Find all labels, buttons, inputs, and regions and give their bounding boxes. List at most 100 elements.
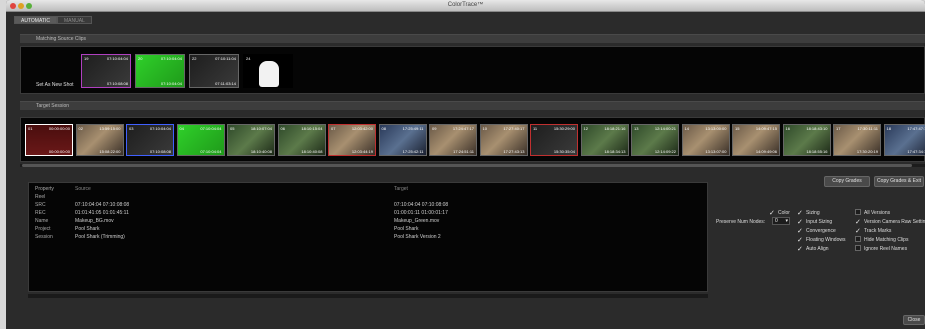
option-color-checkbox[interactable]: ✓ Color — [769, 209, 790, 217]
clip-src-timecode: 13:59:15:00 — [99, 126, 121, 131]
info-prop: Name — [35, 218, 49, 224]
preserve-num-nodes-select[interactable]: 0 ▾ — [772, 217, 790, 225]
set-as-new-shot-label[interactable]: Set As New Shot — [36, 82, 74, 88]
info-prop: Session — [35, 234, 53, 240]
clip-number: 11 — [533, 126, 538, 131]
clip-rec-timecode: 17:25:42:11 — [402, 149, 424, 154]
target-clip-12[interactable]: 12 18:18:21:16 18:18:34:13 — [580, 124, 629, 156]
clip-src-timecode: 15:30:29:00 — [553, 126, 575, 131]
target-clip-04[interactable]: 04 07:10:04:04 07:10:04:04 — [176, 124, 225, 156]
clip-src-timecode: 12:14:00:21 — [654, 126, 676, 131]
preserve-num-nodes-value: 0 — [775, 218, 778, 224]
clip-src-timecode: 18:18:21:16 — [604, 126, 626, 131]
clip-number: 06 — [280, 126, 285, 131]
target-clip-02[interactable]: 02 13:59:15:00 15:08:22:00 — [75, 124, 124, 156]
clip-rec-timecode: 07:10:04:04 — [200, 149, 222, 154]
option-version-camera-raw-settings-checkbox[interactable]: ✓ Version Camera Raw Settings — [855, 218, 925, 226]
clip-number: 22 — [192, 56, 197, 61]
target-clip-13[interactable]: 13 12:14:00:21 12:14:09:22 — [631, 124, 679, 156]
option-floating-windows-checkbox[interactable]: ✓ Floating Windows — [797, 236, 845, 244]
target-clip-15[interactable]: 15 14:09:47:15 14:09:49:06 — [732, 124, 780, 156]
clip-number: 02 — [78, 126, 83, 131]
option-convergence-checkbox[interactable]: ✓ Convergence — [797, 227, 836, 235]
target-clip-11[interactable]: 11 15:30:29:00 15:30:35:04 — [530, 124, 578, 156]
clip-src-timecode: 18:10:07:04 — [250, 126, 272, 131]
clip-src-timecode: 18:10:15:04 — [301, 126, 323, 131]
target-section-title: Target Session — [36, 103, 70, 109]
clip-src-timecode: 07:10:04:04 — [200, 126, 222, 131]
target-clip-05[interactable]: 05 18:10:07:04 18:10:40:08 — [227, 124, 275, 156]
matching-clip-19[interactable]: 19 07:10:04:04 07:10:08:08 — [81, 54, 131, 88]
option-label: Hide Matching Clips — [864, 237, 909, 243]
option-label: Sizing — [806, 210, 820, 216]
info-row-name: Name Makeup_BG.mov Makeup_Green.mov — [29, 218, 709, 225]
target-clip-07[interactable]: 07 12:03:42:00 12:03:44:19 — [328, 124, 376, 156]
option-label: Input Sizing — [806, 219, 833, 225]
clip-rec-timecode: 17:27:43:13 — [503, 149, 525, 154]
clip-rec-timecode: 18:10:40:08 — [250, 149, 272, 154]
clip-src-timecode: 17:47:47:17 — [907, 126, 925, 131]
preserve-num-nodes-label: Preserve Num Nodes: — [716, 219, 766, 225]
target-clip-06[interactable]: 06 18:10:15:04 18:10:40:08 — [277, 124, 326, 156]
window-title: ColorTrace™ — [447, 2, 484, 8]
clip-number: 17 — [836, 126, 841, 131]
target-strip-scrollbar[interactable] — [20, 164, 925, 167]
clip-number: 03 — [129, 126, 134, 131]
target-section-header[interactable]: Target Session — [20, 101, 925, 110]
info-header-property: Property — [35, 186, 54, 192]
checkmark-icon: ✓ — [797, 228, 803, 235]
option-ignore-reel-names-checkbox[interactable]: Ignore Reel Names — [855, 245, 907, 253]
silhouette-icon — [259, 61, 279, 87]
clip-number: 01 — [28, 126, 33, 131]
option-track-marks-checkbox[interactable]: ✓ Track Marks — [855, 227, 891, 235]
option-label: Floating Windows — [806, 237, 846, 243]
option-input-sizing-checkbox[interactable]: ✓ Input Sizing — [797, 218, 832, 226]
close-button[interactable]: Close — [903, 315, 925, 325]
clip-number: 15 — [735, 126, 740, 131]
target-clip-03[interactable]: 03 07:10:04:04 07:10:08:08 — [126, 124, 174, 156]
clip-src-timecode: 07:10:04:04 — [106, 56, 128, 61]
clip-number: 18 — [886, 126, 891, 131]
option-label: Version Camera Raw Settings — [864, 219, 925, 225]
copy-grades-exit-button[interactable]: Copy Grades & Exit — [874, 176, 924, 187]
title-bar: ColorTrace™ — [6, 0, 925, 12]
target-clip-18[interactable]: 18 17:47:47:17 17:47:34:17 — [883, 124, 925, 156]
target-clip-01[interactable]: 01 00:00:00:00 00:00:00:00 — [25, 124, 73, 156]
target-clip-14[interactable]: 14 13:13:00:00 13:13:07:00 — [681, 124, 730, 156]
info-target-value: 01:00:01:11 01:00:01:17 — [394, 210, 448, 216]
matching-section-title: Matching Source Clips — [36, 36, 87, 42]
tab-manual[interactable]: MANUAL — [56, 16, 92, 24]
target-clip-17[interactable]: 17 17:30:11:11 17:30:20:19 — [833, 124, 881, 156]
copy-grades-button[interactable]: Copy Grades — [824, 176, 870, 187]
info-header-row: Property Source Target — [29, 186, 709, 193]
clip-number: 10 — [482, 126, 487, 131]
clip-rec-timecode: 17:24:51:11 — [453, 149, 474, 154]
matching-clip-22[interactable]: 22 07:10:11:04 07:11:03:14 — [189, 54, 239, 88]
option-hide-matching-clips-checkbox[interactable]: Hide Matching Clips — [855, 236, 908, 244]
clip-rec-timecode: 07:10:08:08 — [106, 81, 128, 86]
matching-section-header[interactable]: Matching Source Clips — [20, 34, 925, 43]
checkmark-icon: ✓ — [797, 246, 803, 253]
option-sizing-checkbox[interactable]: ✓ Sizing — [797, 209, 820, 217]
option-label: Convergence — [806, 228, 836, 234]
checkmark-icon: ✓ — [797, 237, 803, 244]
info-target-value: Makeup_Green.mov — [394, 218, 440, 224]
clip-number: 13 — [634, 126, 639, 131]
target-clip-10[interactable]: 10 17:27:40:17 17:27:43:13 — [479, 124, 528, 156]
target-clip-09[interactable]: 09 17:24:47:17 17:24:51:11 — [429, 124, 477, 156]
target-clip-08[interactable]: 08 17:25:49:11 17:25:42:11 — [378, 124, 427, 156]
clip-rec-timecode: 07:11:03:14 — [215, 81, 236, 86]
matching-clip-24[interactable]: 24 — [243, 54, 293, 88]
matching-clip-20[interactable]: 20 07:10:04:04 07:10:04:04 — [135, 54, 185, 88]
info-source-value: Pool Shark (Trimming) — [75, 234, 125, 240]
tab-automatic[interactable]: AUTOMATIC — [14, 16, 57, 24]
target-clip-16[interactable]: 16 18:18:43:10 18:18:55:16 — [782, 124, 831, 156]
option-all-versions-checkbox[interactable]: All Versions — [855, 209, 890, 217]
target-strip-scroll-thumb[interactable] — [22, 164, 912, 167]
option-label: All Versions — [864, 210, 891, 216]
option-auto-align-checkbox[interactable]: ✓ Auto Align — [797, 245, 829, 253]
checkmark-icon: ✓ — [769, 210, 775, 217]
clip-src-timecode: 07:10:11:04 — [215, 56, 236, 61]
clip-src-timecode: 18:18:43:10 — [806, 126, 828, 131]
info-panel-scrollbar[interactable] — [28, 294, 708, 298]
